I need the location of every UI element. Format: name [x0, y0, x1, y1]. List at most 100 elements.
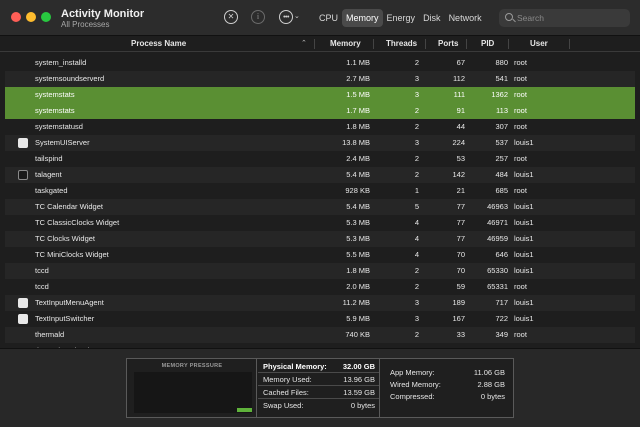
ports-cell: 53 [456, 154, 465, 163]
pid-cell: 717 [495, 298, 508, 307]
user-cell: root [514, 186, 527, 195]
column-header-pid[interactable]: PID [481, 36, 494, 52]
table-row[interactable]: systemstats 1.7 MB 2 91 113 root [5, 103, 635, 119]
table-row[interactable]: SystemUIServer 13.8 MB 3 224 537 louis1 [5, 135, 635, 151]
process-name-cell: taskgated [35, 186, 68, 195]
column-divider[interactable] [569, 39, 570, 49]
column-header-memory[interactable]: Memory [330, 36, 361, 52]
activity-monitor-window: Activity Monitor All Processes ✕ i ••• ⌄… [0, 0, 640, 427]
sort-ascending-icon[interactable]: ⌃ [301, 36, 307, 52]
memory-used-value: 13.96 GB [343, 375, 375, 384]
user-cell: louis1 [514, 138, 534, 147]
user-cell: root [514, 154, 527, 163]
ports-cell: 91 [456, 106, 465, 115]
process-name-cell: talagent [35, 170, 62, 179]
ports-cell: 21 [456, 186, 465, 195]
stop-process-icon[interactable]: ✕ [224, 10, 238, 24]
table-row[interactable]: TextInputMenuAgent 11.2 MB 3 189 717 louis1 [5, 295, 635, 311]
memory-pressure-chart-area [134, 372, 252, 413]
threads-cell: 3 [414, 298, 419, 307]
memory-cell: 2.0 MB [346, 282, 370, 291]
user-cell: louis1 [514, 170, 534, 179]
pid-cell: 46963 [487, 202, 508, 211]
process-name-cell: tailspind [35, 154, 63, 163]
column-divider[interactable] [373, 39, 374, 49]
table-row[interactable]: thermald 740 KB 2 33 349 root [5, 327, 635, 343]
table-row[interactable]: TC Calendar Widget 5.4 MB 5 77 46963 louis1 [5, 199, 635, 215]
ports-cell: 70 [456, 250, 465, 259]
column-header-process-name[interactable]: Process Name [131, 36, 186, 52]
pid-cell: 685 [495, 186, 508, 195]
threads-cell: 2 [414, 58, 419, 67]
threads-cell: 3 [414, 138, 419, 147]
process-filter-label[interactable]: All Processes [61, 20, 109, 29]
table-row[interactable]: systemstatusd 1.8 MB 2 44 307 root [5, 119, 635, 135]
compressed-value: 0 bytes [480, 392, 505, 401]
table-row[interactable]: TC MiniClocks Widget 5.5 MB 4 70 646 louis1 [5, 247, 635, 263]
table-row[interactable]: talagent 5.4 MB 2 142 484 louis1 [5, 167, 635, 183]
column-header-threads[interactable]: Threads [386, 36, 417, 52]
threads-cell: 2 [414, 170, 419, 179]
table-row[interactable]: TC Clocks Widget 5.3 MB 4 77 46959 louis1 [5, 231, 635, 247]
threads-cell: 2 [414, 282, 419, 291]
column-divider[interactable] [508, 39, 509, 49]
column-divider[interactable] [425, 39, 426, 49]
table-row[interactable]: system_installd 1.1 MB 2 67 880 root [5, 55, 635, 71]
tab-network[interactable]: Network [445, 9, 486, 27]
toolbar: Activity Monitor All Processes ✕ i ••• ⌄… [0, 0, 640, 36]
ports-cell: 70 [456, 266, 465, 275]
tab-disk[interactable]: Disk [419, 9, 445, 27]
process-name-cell: TC Clocks Widget [35, 234, 96, 243]
user-cell: louis1 [514, 234, 534, 243]
memory-cell: 5.3 MB [346, 218, 370, 227]
minimize-window-button[interactable] [26, 12, 36, 22]
more-actions-icon[interactable]: ••• [279, 10, 293, 24]
column-header-ports[interactable]: Ports [438, 36, 458, 52]
swap-used-value: 0 bytes [350, 401, 375, 410]
table-row[interactable]: tccd 1.8 MB 2 70 65330 louis1 [5, 263, 635, 279]
zoom-window-button[interactable] [41, 12, 51, 22]
ports-cell: 33 [456, 330, 465, 339]
column-divider[interactable] [314, 39, 315, 49]
memory-used-label: Memory Used: [263, 375, 312, 384]
close-window-button[interactable] [11, 12, 21, 22]
column-divider[interactable] [466, 39, 467, 49]
memory-pressure-bar [237, 408, 252, 412]
table-row[interactable]: systemstats 1.5 MB 3 111 1362 root [5, 87, 635, 103]
chevron-down-icon[interactable]: ⌄ [294, 12, 300, 20]
table-row[interactable]: tailspind 2.4 MB 2 53 257 root [5, 151, 635, 167]
tab-bar: CPU Memory Energy Disk Network [315, 9, 486, 27]
threads-cell: 4 [414, 218, 419, 227]
stats-divider [379, 359, 380, 417]
cached-files-value: 13.59 GB [343, 388, 375, 397]
search-input[interactable] [517, 11, 625, 25]
memory-cell: 5.4 MB [346, 170, 370, 179]
user-cell: louis1 [514, 314, 534, 323]
pid-cell: 1362 [491, 90, 508, 99]
pid-cell: 722 [495, 314, 508, 323]
threads-cell: 3 [414, 314, 419, 323]
table-row[interactable]: systemsoundserverd 2.7 MB 3 112 541 root [5, 71, 635, 87]
inspect-process-icon[interactable]: i [251, 10, 265, 24]
wired-memory-label: Wired Memory: [390, 380, 441, 389]
process-table[interactable]: system_installd 1.1 MB 2 67 880 root systemsou… [0, 52, 640, 348]
table-row[interactable]: TC ClassicClocks Widget 5.3 MB 4 77 46971 lou… [5, 215, 635, 231]
process-name-cell: systemstatusd [35, 122, 83, 131]
process-name-cell: SystemUIServer [35, 138, 90, 147]
memory-pressure-graph: MEMORY PRESSURE [127, 359, 257, 417]
search-field[interactable] [499, 9, 630, 27]
table-row[interactable]: tccd 2.0 MB 2 59 65331 root [5, 279, 635, 295]
memory-cell: 1.7 MB [346, 106, 370, 115]
tab-cpu[interactable]: CPU [315, 9, 342, 27]
user-cell: louis1 [514, 266, 534, 275]
tab-memory[interactable]: Memory [342, 9, 383, 27]
user-cell: root [514, 90, 527, 99]
column-header-user[interactable]: User [530, 36, 548, 52]
memory-used-stat: Memory Used: 13.96 GB [258, 374, 379, 386]
table-row[interactable]: taskgated 928 KB 1 21 685 root [5, 183, 635, 199]
terminal-app-icon [18, 170, 28, 180]
table-row[interactable]: TextInputSwitcher 5.9 MB 3 167 722 louis1 [5, 311, 635, 327]
process-name-cell: tccd [35, 282, 49, 291]
ports-cell: 44 [456, 122, 465, 131]
tab-energy[interactable]: Energy [383, 9, 420, 27]
